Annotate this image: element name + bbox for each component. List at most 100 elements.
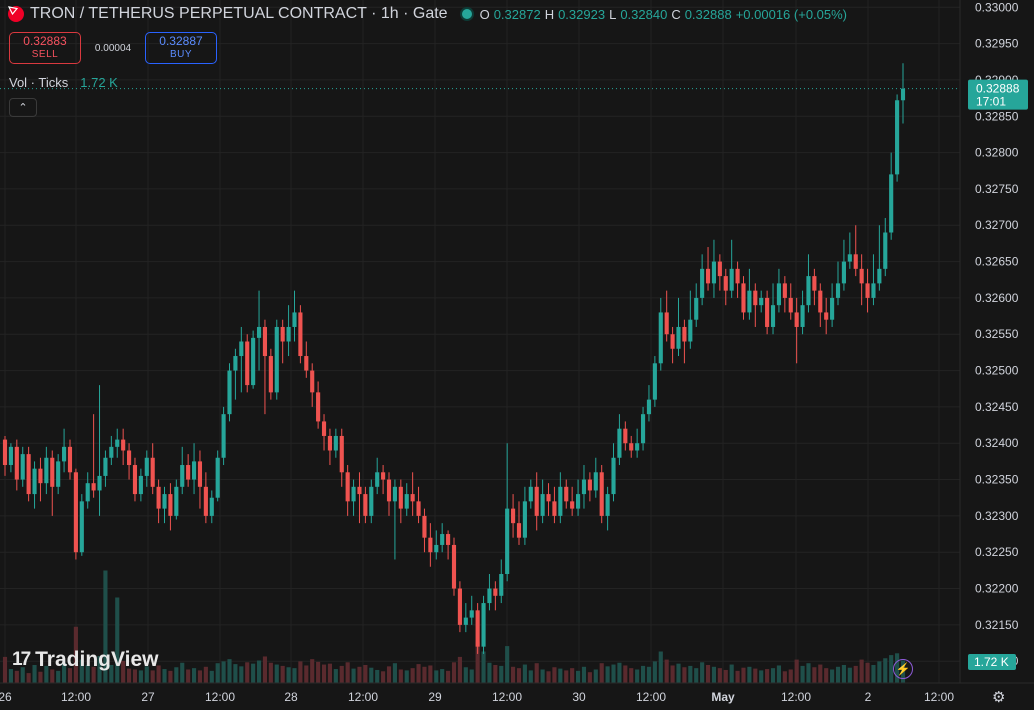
- candle-body: [345, 472, 350, 502]
- gear-icon[interactable]: ⚙: [992, 688, 1005, 706]
- candle-body: [528, 486, 533, 502]
- candle-body: [286, 326, 291, 342]
- low-value: 0.32840: [620, 6, 668, 22]
- x-tick-label: 30: [572, 690, 586, 704]
- candle-body: [516, 523, 522, 538]
- candlestick-chart[interactable]: 0.330000.329500.329000.328500.328000.327…: [0, 0, 1034, 710]
- x-tick-label: 12:00: [924, 690, 954, 704]
- lightning-icon[interactable]: ⚡: [893, 659, 913, 679]
- volume-bar: [221, 661, 226, 683]
- y-tick-label: 0.32450: [975, 400, 1019, 414]
- volume-bar: [853, 665, 858, 683]
- volume-bar: [540, 669, 545, 683]
- candle-body: [782, 283, 787, 298]
- y-tick-label: 0.32400: [975, 436, 1019, 450]
- volume-bar: [552, 667, 557, 683]
- spread-value: 0.00004: [94, 42, 132, 54]
- candle-body: [522, 501, 527, 538]
- candle-body: [410, 494, 415, 502]
- candle-body: [381, 472, 386, 480]
- candle-body: [339, 435, 344, 473]
- volume-bar: [587, 672, 592, 683]
- candle-countdown: 17:01: [976, 95, 1006, 109]
- volume-bar: [765, 669, 770, 683]
- volume-bar: [215, 663, 220, 683]
- candle-body: [499, 574, 504, 596]
- y-tick-label: 0.32600: [975, 291, 1019, 305]
- candle-body: [705, 268, 711, 284]
- open-value: 0.32872: [493, 6, 541, 22]
- tradingview-logo[interactable]: 17 TradingView: [12, 648, 158, 672]
- candle-body: [575, 494, 581, 509]
- candle-body: [593, 472, 598, 491]
- candle-body: [109, 446, 114, 458]
- candle-body: [73, 472, 78, 553]
- candle-body: [215, 457, 220, 498]
- volume-bar: [865, 662, 870, 683]
- volume-bar: [239, 666, 244, 683]
- x-tick-label: 12:00: [61, 690, 91, 704]
- collapse-legend-button[interactable]: ⌃: [9, 98, 37, 117]
- candle-body: [357, 486, 362, 495]
- change-value: +0.00016 (+0.05%): [735, 6, 848, 22]
- candle-body: [97, 475, 102, 491]
- volume-bar: [404, 670, 409, 683]
- candle-body: [2, 439, 8, 466]
- volume-bar: [575, 670, 581, 683]
- candle-body: [599, 472, 604, 516]
- candle-body: [91, 483, 96, 491]
- candle-body: [818, 290, 823, 313]
- close-value: 0.32888: [684, 6, 732, 22]
- candle-body: [830, 297, 835, 320]
- candle-body: [126, 450, 132, 466]
- candle-body: [505, 508, 510, 575]
- volume-bar: [434, 670, 439, 683]
- candle-body: [451, 544, 457, 589]
- candle-body: [138, 475, 143, 495]
- volume-bar: [386, 666, 392, 683]
- sell-button[interactable]: 0.32883 SELL: [9, 32, 81, 64]
- volume-bar: [162, 669, 167, 683]
- candle-body: [20, 454, 25, 480]
- volume-legend[interactable]: Vol · Ticks 1.72 K: [9, 75, 118, 90]
- volume-bar: [351, 668, 356, 683]
- y-tick-label: 0.32150: [975, 618, 1019, 632]
- candle-body: [723, 276, 728, 291]
- candle-body: [806, 276, 811, 306]
- candle-body: [534, 486, 539, 516]
- volume-bar: [422, 666, 427, 683]
- volume-bar: [593, 669, 598, 683]
- volume-bar: [581, 666, 587, 683]
- volume-bar: [505, 646, 510, 683]
- volume-bar: [321, 664, 327, 683]
- candle-body: [770, 305, 776, 327]
- candle-body: [316, 392, 321, 422]
- candle-body: [186, 465, 191, 480]
- candle-body: [741, 283, 746, 313]
- candle-body: [469, 610, 474, 618]
- buy-label: BUY: [169, 49, 193, 60]
- candle-body: [711, 261, 717, 284]
- candle-body: [262, 326, 268, 357]
- volume-bar: [186, 669, 191, 683]
- buy-button[interactable]: 0.32887 BUY: [145, 32, 217, 64]
- candle-body: [700, 268, 705, 298]
- candle-body: [180, 465, 185, 487]
- candle-body: [197, 461, 203, 487]
- volume-bar: [652, 661, 657, 683]
- candle-body: [144, 457, 149, 476]
- volume-bar: [469, 669, 474, 683]
- volume-bar: [375, 669, 380, 683]
- candle-body: [386, 479, 392, 502]
- volume-bar: [203, 666, 208, 683]
- volume-bar: [168, 670, 173, 683]
- candle-body: [103, 457, 108, 476]
- y-tick-label: 0.32200: [975, 582, 1019, 596]
- candle-body: [640, 414, 646, 444]
- symbol-title[interactable]: TRON / TETHERUS PERPETUAL CONTRACT · 1h …: [30, 5, 448, 23]
- volume-bar: [191, 668, 197, 683]
- volume-bar: [327, 663, 333, 683]
- candle-body: [298, 312, 303, 357]
- candle-body: [540, 494, 545, 516]
- volume-bar: [629, 668, 634, 683]
